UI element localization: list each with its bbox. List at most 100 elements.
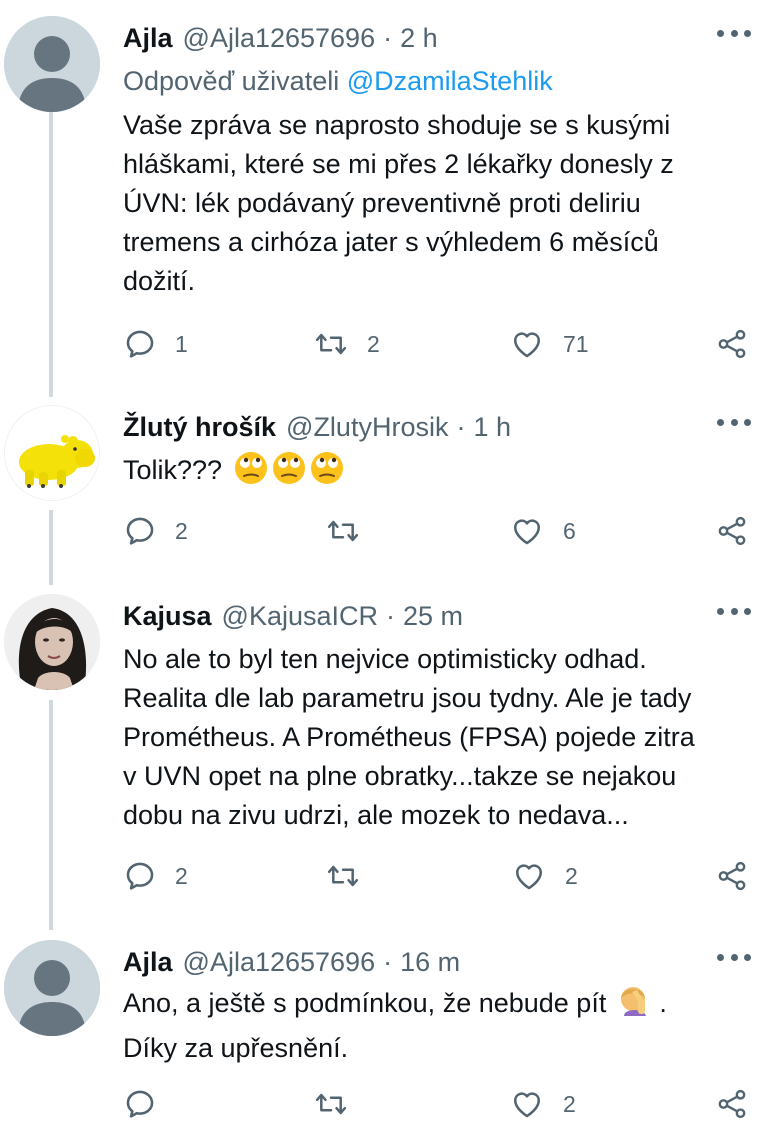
tweet[interactable]: Žlutý hrošík @ZlutyHrosik · 1 h Tolik??? <box>0 405 781 555</box>
retweet-count: 2 <box>367 330 380 357</box>
share-icon <box>718 516 746 546</box>
user-handle[interactable]: @Ajla12657696 <box>183 23 376 54</box>
timestamp[interactable]: 1 h <box>473 412 511 443</box>
separator-dot: · <box>386 600 396 631</box>
text-line: dobu na zivu udrzi, ale mozek to nedava.… <box>123 800 629 830</box>
more-icon[interactable] <box>717 419 751 427</box>
user-handle[interactable]: @ZlutyHrosik <box>286 412 448 443</box>
display-name[interactable]: Ajla <box>123 23 173 54</box>
tweet[interactable]: Ajla @Ajla12657696 · 2 h Odpověď uživate… <box>0 16 781 386</box>
text-line: ÚVN: lék podávaný preventivně proti deli… <box>123 188 641 218</box>
text-line: tremens a cirhóza jater s výhledem 6 měs… <box>123 227 659 257</box>
display-name[interactable]: Ajla <box>123 947 173 978</box>
reply-button[interactable]: 2 <box>123 858 188 894</box>
text-line: No ale to byl ten nejvice optimisticky o… <box>123 644 647 674</box>
tweet-actions: 2 <box>123 1086 753 1122</box>
retweet-button[interactable] <box>325 858 361 894</box>
separator-dot: · <box>383 22 393 53</box>
tweet-actions: 2 6 <box>123 513 753 549</box>
retweet-icon <box>327 865 359 887</box>
avatar[interactable] <box>4 405 100 501</box>
eye-roll-emoji <box>234 451 346 496</box>
display-name[interactable]: Kajusa <box>123 601 212 632</box>
reply-button[interactable] <box>123 1086 157 1122</box>
reply-count: 2 <box>175 862 188 889</box>
default-avatar-icon <box>4 16 100 112</box>
tweet[interactable]: Ajla @Ajla12657696 · 16 m Ano, a ještě s… <box>0 940 781 1140</box>
tweet-header: Ajla @Ajla12657696 · 2 h <box>123 20 438 56</box>
retweet-icon <box>327 520 359 542</box>
more-icon[interactable] <box>717 30 751 38</box>
like-count: 6 <box>563 517 576 544</box>
share-button[interactable] <box>715 326 749 362</box>
like-button[interactable]: 71 <box>509 326 589 362</box>
reply-count: 2 <box>175 517 188 544</box>
like-button[interactable]: 6 <box>509 513 576 549</box>
separator-dot: · <box>383 946 393 977</box>
text-line: Prométheus. A Prométheus (FPSA) pojede z… <box>123 722 695 752</box>
mention-link[interactable]: @DzamilaStehlik <box>347 66 553 96</box>
tweet-header: Kajusa @KajusaICR · 25 m <box>123 598 463 634</box>
yellow-hippo-avatar <box>5 406 99 500</box>
like-icon <box>515 864 543 890</box>
reply-button[interactable]: 1 <box>123 326 188 362</box>
woman-portrait-avatar <box>4 594 100 690</box>
retweet-icon <box>315 333 347 355</box>
like-button[interactable]: 2 <box>511 858 578 894</box>
tweet-header: Žlutý hrošík @ZlutyHrosik · 1 h <box>123 409 511 445</box>
text-line: Realita dle lab parametru jsou tydny. Al… <box>123 683 692 713</box>
reply-count: 1 <box>175 330 188 357</box>
retweet-icon <box>315 1093 347 1115</box>
avatar[interactable] <box>4 594 100 690</box>
like-icon <box>513 1092 541 1118</box>
reply-icon <box>126 330 154 358</box>
user-handle[interactable]: @KajusaICR <box>222 601 378 632</box>
facepalm-woman-emoji <box>618 984 652 1029</box>
like-button[interactable]: 2 <box>509 1086 576 1122</box>
avatar[interactable] <box>4 16 100 112</box>
timestamp[interactable]: 2 h <box>400 23 438 54</box>
text-line: v UVN opet na plne obratky...takze se ne… <box>123 761 677 791</box>
display-name[interactable]: Žlutý hrošík <box>123 412 276 443</box>
tweet-text: Tolik??? <box>123 451 753 496</box>
tweet[interactable]: Kajusa @KajusaICR · 25 m No ale to byl t… <box>0 594 781 909</box>
text-line: hláškami, které se mi přes 2 lékařky don… <box>123 149 674 179</box>
like-count: 2 <box>563 1090 576 1117</box>
text-line: dožití. <box>123 266 196 296</box>
avatar[interactable] <box>4 940 100 1036</box>
tweet-text: No ale to byl ten nejvice optimisticky o… <box>123 640 753 835</box>
tweet-text: Vaše zpráva se naprosto shoduje se s kus… <box>123 106 753 301</box>
text-line: Tolik??? <box>123 455 223 485</box>
reply-icon <box>126 517 154 545</box>
share-button[interactable] <box>715 513 749 549</box>
share-button[interactable] <box>715 858 749 894</box>
share-icon <box>718 1089 746 1119</box>
text-line: Vaše zpráva se naprosto shoduje se s kus… <box>123 110 671 140</box>
like-icon <box>513 519 541 545</box>
user-handle[interactable]: @Ajla12657696 <box>183 947 376 978</box>
retweet-button[interactable]: 2 <box>313 326 380 362</box>
share-icon <box>718 329 746 359</box>
reply-context: Odpověď uživateli @DzamilaStehlik <box>123 66 553 97</box>
tweet-text: Ano, a ještě s podmínkou, že nebude pít … <box>123 984 753 1068</box>
like-icon <box>513 332 541 358</box>
timestamp[interactable]: 16 m <box>400 947 460 978</box>
share-button[interactable] <box>715 1086 749 1122</box>
tweet-actions: 2 2 <box>123 858 753 894</box>
text-line: Díky za upřesnění. <box>123 1033 349 1063</box>
tweet-actions: 1 2 71 <box>123 326 753 362</box>
timestamp[interactable]: 25 m <box>403 601 463 632</box>
like-count: 2 <box>565 862 578 889</box>
default-avatar-icon <box>4 940 100 1036</box>
retweet-button[interactable] <box>325 513 361 549</box>
reply-button[interactable]: 2 <box>123 513 188 549</box>
retweet-button[interactable] <box>313 1086 349 1122</box>
tweet-header: Ajla @Ajla12657696 · 16 m <box>123 944 460 980</box>
more-icon[interactable] <box>717 954 751 962</box>
line-end: . <box>659 988 667 1018</box>
text-line: Ano, a ještě s podmínkou, že nebude pít <box>123 988 607 1018</box>
like-count: 71 <box>563 330 589 357</box>
more-icon[interactable] <box>717 608 751 616</box>
reply-icon <box>126 862 154 890</box>
reply-icon <box>126 1090 154 1118</box>
